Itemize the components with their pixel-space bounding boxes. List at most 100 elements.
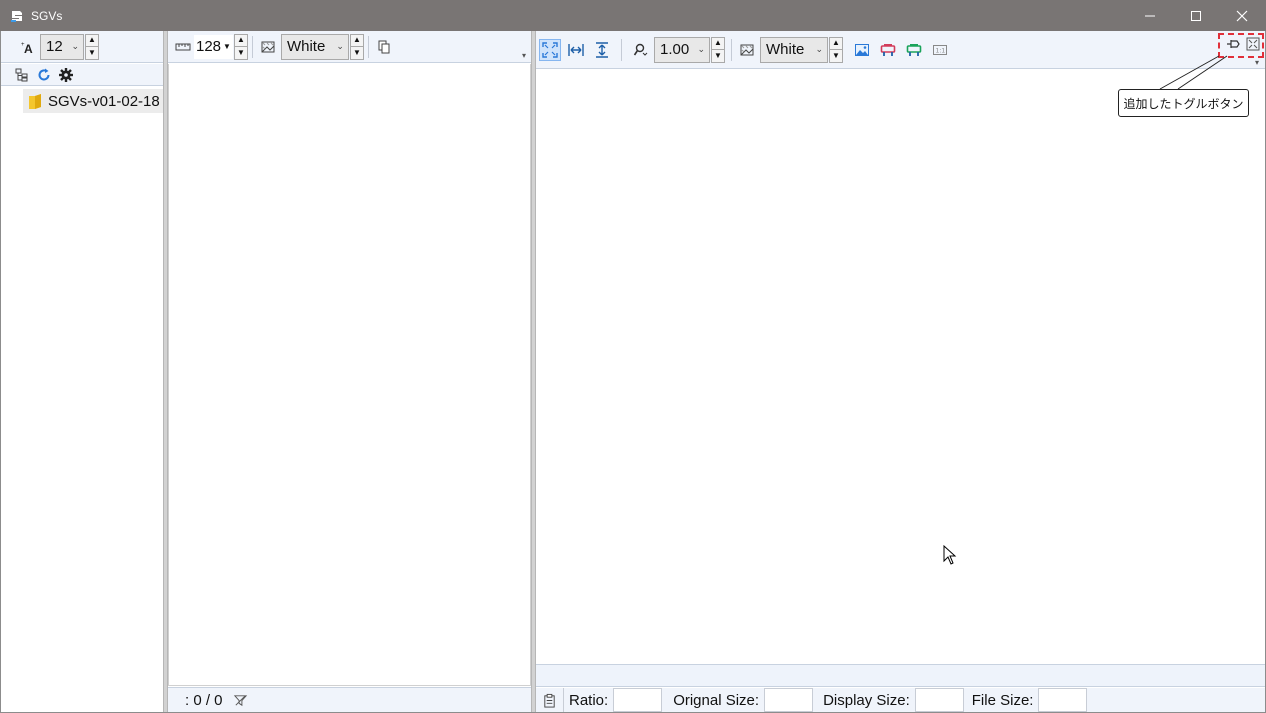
maximize-button[interactable] [1173, 0, 1219, 31]
display-size-value-box [914, 688, 964, 712]
font-size-icon[interactable]: + A [17, 36, 39, 58]
title-bar: SGVs [0, 0, 1266, 31]
viewer-toolbar: 1.00 ⌄ ▲ ▼ White ⌄ ▲ ▼ 1:1 [536, 31, 1265, 69]
font-size-glyph-icon: + A [21, 42, 33, 55]
minimize-button[interactable] [1127, 0, 1173, 31]
toolbar-overflow-icon[interactable]: ▾ [522, 51, 526, 60]
refresh-button[interactable] [33, 64, 55, 86]
spin-up-icon[interactable]: ▲ [712, 38, 724, 50]
app-logo-icon [11, 10, 22, 22]
thumbnail-list[interactable] [168, 64, 531, 686]
tree-item-label: SGVs-v01-02-18 [48, 92, 160, 110]
toolbar-divider [367, 35, 369, 58]
close-icon [1236, 10, 1248, 21]
print-red-button[interactable] [877, 39, 899, 61]
thumbnail-panel: 128 ▼ ▲ ▼ White ⌄ ▲ ▼ ▾: 0 / 0 [168, 31, 531, 712]
spin-down-icon[interactable]: ▼ [712, 49, 724, 62]
close-button[interactable] [1219, 0, 1265, 31]
fit-window-icon [542, 41, 558, 58]
clipboard-icon [544, 693, 555, 708]
zoom-combo[interactable]: 1.00 ⌄ [654, 36, 710, 63]
thumbnail-background-spinner[interactable]: ▲ ▼ [349, 33, 364, 60]
font-size-value: 12 [46, 38, 63, 55]
image-viewer-canvas[interactable] [536, 70, 1265, 664]
spin-up-icon[interactable]: ▲ [351, 35, 363, 47]
zoom-spinner[interactable]: ▲ ▼ [711, 36, 725, 63]
fit-width-button[interactable] [565, 39, 587, 61]
print-green-button[interactable] [903, 39, 925, 61]
toolbar-overflow-icon[interactable]: ▾ [1255, 58, 1259, 67]
fit-to-window-button[interactable] [539, 38, 561, 61]
folder-icon [29, 94, 41, 109]
chevron-down-icon: ⌄ [71, 41, 79, 51]
viewer-info-bar [536, 664, 1265, 687]
spin-down-icon[interactable]: ▼ [350, 46, 363, 59]
zoom-icon-button[interactable] [630, 39, 652, 61]
printer-red-icon [880, 43, 896, 56]
actual-size-icon: 1:1 [933, 44, 947, 55]
viewer-background-spinner[interactable]: ▲ ▼ [829, 36, 843, 63]
toolbar-divider [621, 38, 622, 61]
spin-down-icon[interactable]: ▼ [234, 46, 247, 59]
settings-button[interactable] [55, 64, 77, 86]
fit-height-icon [596, 41, 608, 58]
chevron-down-icon: ⌄ [815, 44, 823, 54]
spin-up-icon[interactable]: ▲ [235, 35, 247, 47]
thumbnail-size-field[interactable]: 128 ▼ [194, 34, 233, 59]
mouse-cursor-icon [943, 545, 957, 565]
ruler-icon [175, 43, 191, 50]
fit-height-button[interactable] [591, 39, 613, 61]
dropdown-caret-icon[interactable]: ▼ [223, 42, 231, 51]
thumbnail-size-value: 128 [196, 38, 222, 55]
viewer-panel: 1.00 ⌄ ▲ ▼ White ⌄ ▲ ▼ 1:1 ▾ Ratio: Orig… [536, 31, 1265, 712]
ratio-value-box [613, 688, 663, 712]
thumbnail-size-icon[interactable] [172, 36, 194, 58]
spin-down-icon[interactable]: ▼ [86, 46, 98, 59]
viewer-status-bar: Ratio: Orignal Size: Display Size: File … [536, 688, 1265, 712]
display-size-label: Display Size: [823, 691, 910, 709]
background-color-icon [740, 44, 754, 55]
thumbnail-status-bar: : 0 / 0 [168, 687, 531, 712]
chevron-down-icon: ⌄ [336, 41, 344, 51]
thumbnail-background-icon[interactable] [257, 36, 279, 58]
tree-toolbar-secondary [1, 64, 163, 86]
ratio-label: Ratio: [569, 691, 609, 709]
printer-green-icon [906, 43, 922, 56]
copy-icon [378, 40, 390, 53]
thumbnail-count: : 0 / 0 [185, 691, 223, 709]
callout-text: 追加したトグルボタン [1123, 96, 1244, 111]
thumbnail-size-spinner[interactable]: ▲ ▼ [233, 33, 248, 60]
image-icon [855, 43, 869, 56]
show-image-button[interactable] [851, 39, 873, 61]
spin-down-icon[interactable]: ▼ [830, 49, 842, 62]
filter-icon[interactable] [233, 693, 248, 708]
thumbnail-toolbar: 128 ▼ ▲ ▼ White ⌄ ▲ ▼ [168, 31, 531, 63]
minimize-icon [1145, 15, 1155, 16]
zoom-value: 1.00 [660, 41, 690, 58]
copy-button[interactable] [373, 36, 395, 58]
file-size-value-box [1038, 688, 1088, 712]
svg-text:1:1: 1:1 [936, 47, 946, 54]
tree-structure-icon [15, 68, 28, 81]
toolbar-divider [731, 38, 732, 61]
actual-size-button[interactable]: 1:1 [929, 39, 951, 61]
spin-up-icon[interactable]: ▲ [86, 35, 98, 47]
spin-up-icon[interactable]: ▲ [830, 38, 842, 50]
tree-toolbar: + A 12 ⌄ ▲ ▼ [1, 31, 163, 63]
maximize-icon [1191, 10, 1201, 21]
background-color-icon [261, 41, 275, 52]
fit-width-icon [568, 43, 584, 56]
viewer-background-combo[interactable]: White ⌄ [760, 36, 828, 63]
tree-item[interactable]: SGVs-v01-02-18 [23, 89, 163, 113]
font-size-combo[interactable]: 12 ⌄ [40, 33, 84, 60]
tree-panel: + A 12 ⌄ ▲ ▼ SGVs-v01-02-18 [1, 31, 163, 712]
annotation-callout: 追加したトグルボタン [1118, 89, 1249, 117]
viewer-background-icon[interactable] [736, 39, 758, 61]
gear-icon [59, 67, 73, 82]
font-size-spinner[interactable]: ▲ ▼ [85, 33, 99, 60]
clipboard-button[interactable] [536, 688, 564, 712]
tree-view-button[interactable] [11, 64, 33, 86]
original-size-label: Orignal Size: [673, 691, 760, 709]
zoom-icon [633, 43, 648, 56]
thumbnail-background-combo[interactable]: White ⌄ [280, 33, 349, 60]
